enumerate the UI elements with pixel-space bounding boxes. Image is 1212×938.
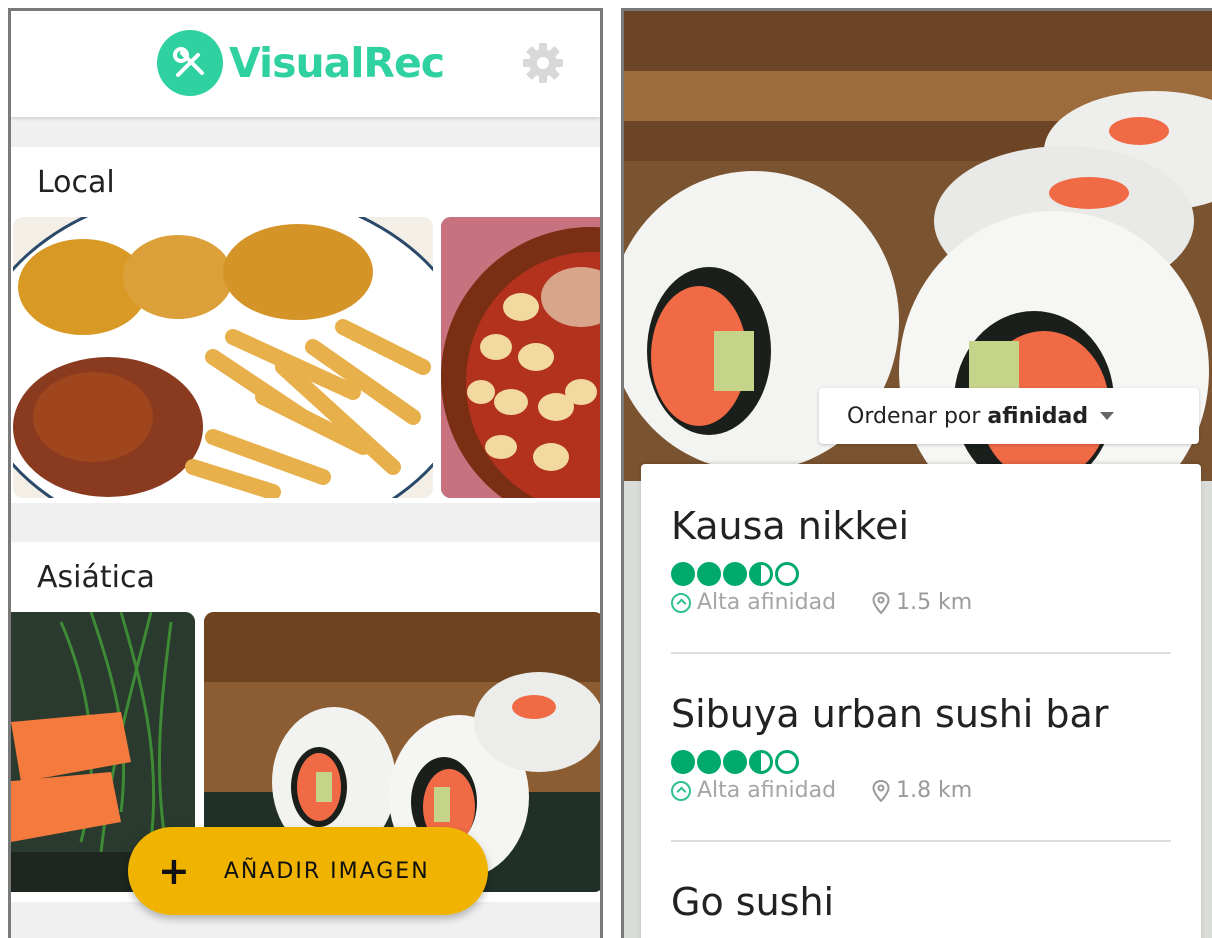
rating-dots — [671, 750, 1171, 774]
result-meta: Alta afinidad 1.5 km — [671, 590, 1171, 615]
results-screen: Ordenar por afinidad Kausa nikkei Alta a… — [621, 8, 1212, 938]
logo: VisualRec — [157, 28, 445, 98]
sort-dropdown[interactable]: Ordenar por afinidad — [819, 388, 1199, 444]
section-local: Local — [11, 147, 600, 503]
divider — [671, 652, 1171, 654]
gear-icon[interactable] — [519, 39, 567, 87]
restaurant-name: Kausa nikkei — [671, 504, 910, 548]
caret-down-icon — [1100, 412, 1115, 420]
rating-dot-empty — [775, 750, 799, 774]
rating-dot-full — [671, 562, 695, 586]
rating-dot-half — [749, 562, 773, 586]
chevron-up-circle-icon — [671, 592, 691, 613]
divider — [671, 840, 1171, 842]
distance-label: 1.8 km — [896, 778, 973, 803]
sort-value: afinidad — [987, 403, 1089, 429]
add-image-label: AÑADIR IMAGEN — [223, 858, 430, 884]
result-meta: Alta afinidad 1.8 km — [671, 778, 1171, 803]
rating-dot-full — [697, 750, 721, 774]
rating-dot-full — [723, 750, 747, 774]
section-title: Asiática — [37, 560, 155, 595]
fried-dough-with-fries-photo[interactable] — [13, 217, 433, 498]
app-header: VisualRec — [11, 11, 600, 117]
bean-stew-photo[interactable] — [441, 217, 600, 498]
affinity-label: Alta afinidad — [697, 590, 837, 615]
distance-label: 1.5 km — [896, 590, 973, 615]
restaurant-name: Go sushi — [671, 880, 835, 924]
location-pin-icon — [872, 779, 890, 802]
rating-dot-full — [723, 562, 747, 586]
result-item[interactable]: Kausa nikkei Alta afinidad 1.5 km — [671, 504, 1171, 615]
app-title: VisualRec — [229, 39, 445, 87]
location-pin-icon — [872, 591, 890, 614]
chevron-up-circle-icon — [671, 780, 691, 801]
rating-dot-empty — [775, 562, 799, 586]
rating-dot-full — [697, 562, 721, 586]
result-item[interactable]: Go sushi — [671, 880, 1171, 938]
add-image-button[interactable]: + AÑADIR IMAGEN — [128, 827, 488, 915]
utensils-icon — [157, 30, 223, 96]
results-list: Kausa nikkei Alta afinidad 1.5 km Sibuya… — [641, 464, 1201, 938]
sort-prefix: Ordenar por — [847, 403, 981, 429]
home-screen: VisualRec Local Asiática + AÑADIR IMAGEN — [8, 8, 603, 938]
rating-dot-full — [671, 750, 695, 774]
affinity-label: Alta afinidad — [697, 778, 837, 803]
plus-icon: + — [158, 849, 190, 893]
result-item[interactable]: Sibuya urban sushi bar Alta afinidad 1.8… — [671, 692, 1171, 803]
rating-dots — [671, 562, 1171, 586]
rating-dot-half — [749, 750, 773, 774]
section-title: Local — [37, 165, 115, 200]
restaurant-name: Sibuya urban sushi bar — [671, 692, 1109, 736]
